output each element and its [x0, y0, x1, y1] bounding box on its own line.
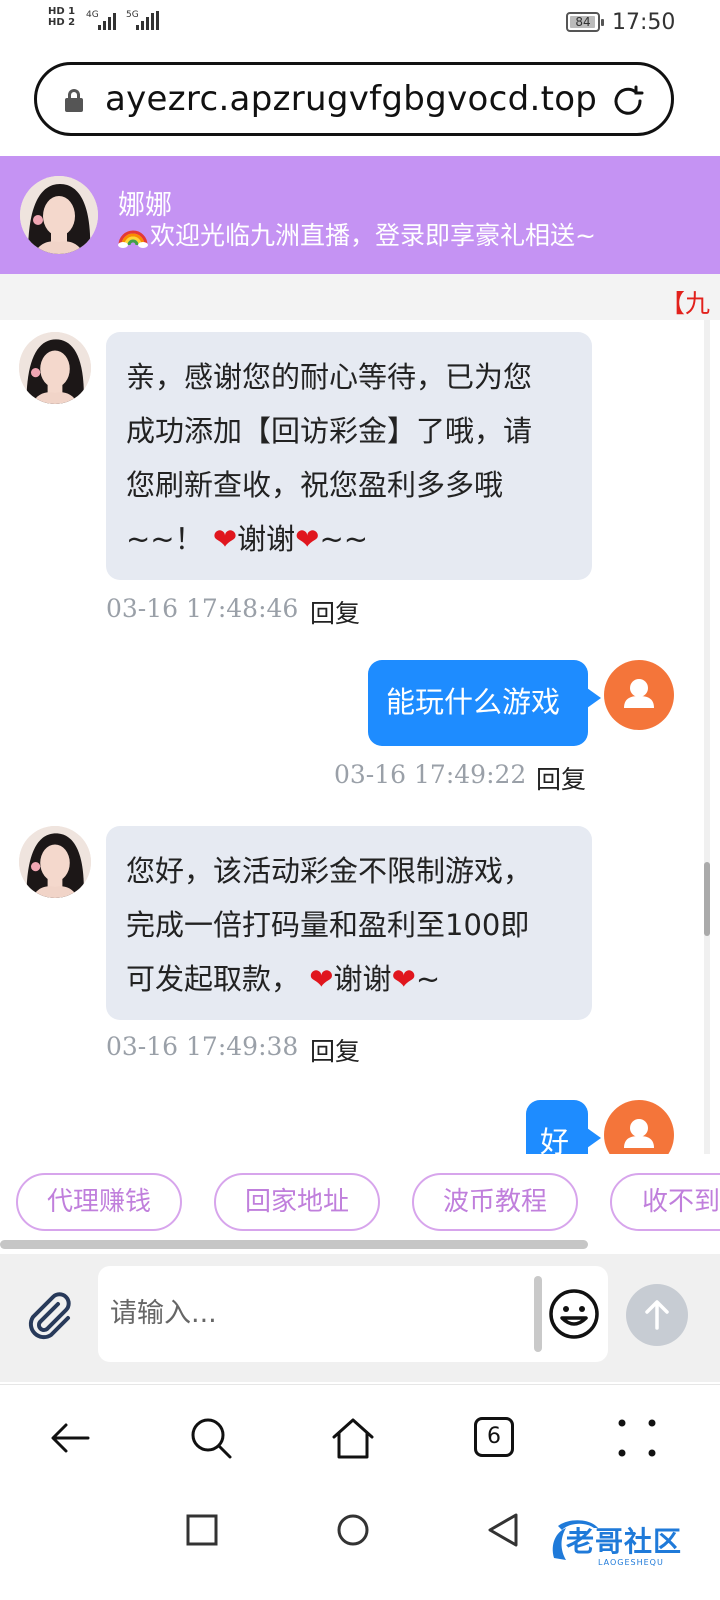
watermark-text: 老哥社区	[566, 1525, 683, 1558]
message-line: 成功添加【回访彩金】了哦，请	[126, 414, 533, 448]
back-arrow-icon[interactable]	[48, 1415, 94, 1461]
quick-reply-chip[interactable]: 回家地址	[214, 1173, 380, 1231]
agent-avatar[interactable]	[19, 332, 91, 404]
marquee-text: 【九	[660, 289, 711, 318]
message-bubble-incoming: 您好，该活动彩金不限制游戏， 完成一倍打码量和盈利至100即 可发起取款， ❤谢…	[106, 826, 592, 1020]
browser-toolbar: 6	[0, 1384, 720, 1495]
announcement-marquee: 【九	[0, 274, 720, 320]
scrollbar-thumb[interactable]	[704, 862, 710, 936]
chat-header: 娜娜 欢迎光临九洲直播，登录即享豪礼相送~	[0, 156, 720, 274]
message-line: ~~！ ❤谢谢❤~~	[126, 512, 572, 566]
search-icon[interactable]	[188, 1415, 234, 1461]
system-navigation-bar: 老哥社区 LAOGESHEQU	[0, 1494, 720, 1600]
hd2-label: HD 2	[48, 17, 76, 28]
home-circle-icon[interactable]	[336, 1513, 370, 1547]
user-avatar[interactable]	[604, 660, 674, 730]
network-indicator: HD 1 HD 2	[48, 6, 75, 28]
message-line: 您好，该活动彩金不限制游戏，	[126, 854, 533, 888]
message-text: 谢谢	[237, 522, 296, 556]
rainbow-icon	[118, 230, 148, 248]
reply-link[interactable]: 回复	[536, 760, 586, 796]
home-icon[interactable]	[330, 1415, 376, 1461]
watermark-subtext: LAOGESHEQU	[598, 1558, 664, 1567]
hd1-label: HD 1	[48, 6, 76, 17]
quick-reply-chip[interactable]: 收不到	[610, 1173, 720, 1231]
battery-icon: 84	[566, 12, 604, 32]
message-line: 完成一倍打码量和盈利至100即	[126, 908, 530, 942]
status-bar: HD 1 HD 2 4G 5G 84 17:50	[0, 0, 720, 48]
composer	[0, 1254, 720, 1382]
reload-icon[interactable]	[611, 84, 645, 118]
heart-icon: ❤	[391, 962, 416, 996]
quick-reply-chip[interactable]: 波币教程	[412, 1173, 578, 1231]
horizontal-scrollbar[interactable]	[0, 1240, 588, 1249]
message-text: 可发起取款，	[126, 962, 301, 996]
send-button[interactable]	[626, 1284, 688, 1346]
message-bubble-incoming: 亲，感谢您的耐心等待，已为您 成功添加【回访彩金】了哦，请 您刷新查收，祝您盈利…	[106, 332, 592, 580]
heart-icon: ❤	[295, 522, 320, 556]
message-line: 可发起取款， ❤谢谢❤~	[126, 952, 572, 1006]
message-input[interactable]	[108, 1286, 532, 1340]
message-text: ~~	[319, 522, 369, 556]
emoji-icon[interactable]	[548, 1288, 600, 1340]
agent-subtitle-text: 欢迎光临九洲直播，登录即享豪礼相送~	[150, 221, 596, 250]
message-timestamp: 03-16 17:49:38	[106, 1032, 299, 1061]
arrow-up-icon	[645, 1300, 669, 1330]
message-text: ~~！	[126, 522, 204, 556]
heart-icon: ❤	[309, 962, 334, 996]
heart-icon: ❤	[212, 522, 238, 556]
message-text: ~	[415, 962, 441, 996]
recents-icon[interactable]	[186, 1514, 218, 1546]
user-avatar[interactable]	[604, 1100, 674, 1154]
message-line: 您刷新查收，祝您盈利多多哦	[126, 468, 504, 502]
input-scrollbar	[534, 1276, 542, 1352]
agent-avatar[interactable]	[19, 826, 91, 898]
scrollbar-track[interactable]	[704, 320, 710, 1154]
watermark-logo: 老哥社区 LAOGESHEQU	[548, 1518, 698, 1572]
more-icon[interactable]	[614, 1415, 660, 1461]
message-list[interactable]: 亲，感谢您的耐心等待，已为您 成功添加【回访彩金】了哦，请 您刷新查收，祝您盈利…	[0, 320, 720, 1154]
clock: 17:50	[612, 10, 676, 35]
reply-link[interactable]: 回复	[310, 1032, 360, 1068]
message-text: 谢谢	[333, 962, 392, 996]
paperclip-icon[interactable]	[22, 1288, 78, 1344]
battery-level: 84	[575, 15, 591, 29]
message-bubble-outgoing: 好	[526, 1100, 601, 1154]
message-input-box[interactable]	[98, 1266, 608, 1362]
message-timestamp: 03-16 17:49:22	[334, 760, 527, 789]
agent-subtitle: 欢迎光临九洲直播，登录即享豪礼相送~	[118, 216, 596, 252]
agent-avatar[interactable]	[20, 176, 98, 254]
lock-icon	[65, 89, 83, 113]
reply-link[interactable]: 回复	[310, 594, 360, 630]
message-bubble-outgoing: 能玩什么游戏	[368, 660, 601, 746]
url-text[interactable]: ayezrc.apzrugvfgbgvocd.top	[105, 79, 597, 119]
address-bar[interactable]: ayezrc.apzrugvfgbgvocd.top	[34, 62, 674, 136]
back-triangle-icon[interactable]	[486, 1512, 520, 1548]
message-timestamp: 03-16 17:48:46	[106, 594, 299, 623]
tabs-button[interactable]: 6	[474, 1417, 514, 1457]
quick-reply-chip[interactable]: 代理赚钱	[16, 1173, 182, 1231]
message-line: 亲，感谢您的耐心等待，已为您	[126, 360, 533, 394]
sim1-type: 4G	[86, 10, 99, 20]
quick-reply-bar[interactable]: 代理赚钱 回家地址 波币教程 收不到	[0, 1154, 720, 1254]
